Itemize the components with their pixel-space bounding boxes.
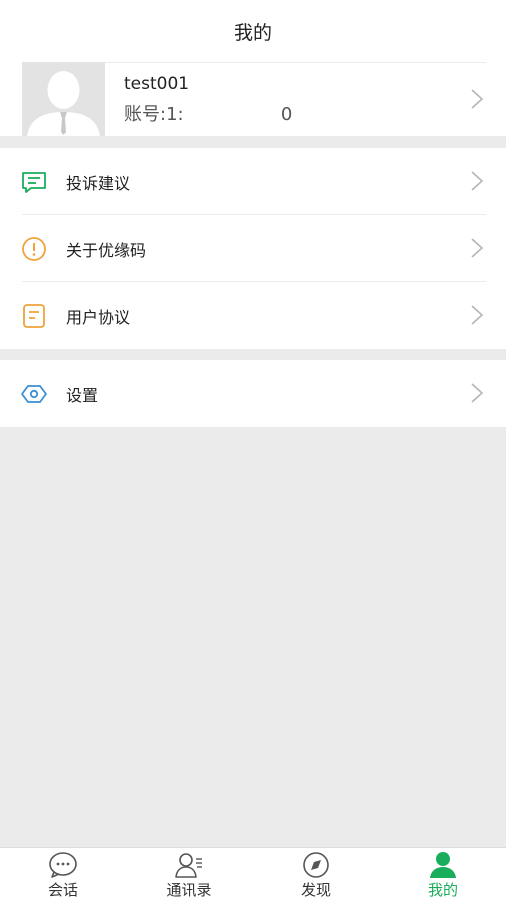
compass-icon bbox=[303, 852, 329, 878]
menu-item-settings[interactable]: 设置 bbox=[0, 360, 506, 427]
menu-section-settings: 设置 bbox=[0, 360, 506, 427]
tab-label: 会话 bbox=[47, 881, 78, 899]
header: 我的 bbox=[0, 0, 506, 62]
feedback-icon bbox=[22, 172, 46, 193]
account-number: 账号:1: 0 bbox=[124, 104, 293, 125]
menu-item-about[interactable]: 关于优缘码 bbox=[0, 215, 506, 282]
avatar[interactable] bbox=[22, 62, 105, 136]
default-avatar-icon bbox=[22, 62, 105, 136]
chevron-right-icon bbox=[471, 171, 484, 191]
tab-chat[interactable]: 会话 bbox=[0, 848, 126, 900]
menu-label: 设置 bbox=[66, 386, 99, 405]
contacts-icon bbox=[175, 853, 202, 878]
page-title: 我的 bbox=[233, 22, 272, 44]
tab-label: 发现 bbox=[300, 881, 331, 899]
menu-section-main: 投诉建议 关于优缘码 用户协议 bbox=[0, 148, 506, 349]
profile-card[interactable]: test001 账号:1: 0 bbox=[0, 62, 506, 136]
info-icon bbox=[22, 237, 46, 261]
tab-me[interactable]: 我的 bbox=[380, 848, 506, 900]
menu-item-feedback[interactable]: 投诉建议 bbox=[0, 148, 506, 215]
tab-discover[interactable]: 发现 bbox=[253, 848, 379, 900]
chevron-right-icon bbox=[471, 89, 484, 109]
tab-contacts[interactable]: 通讯录 bbox=[126, 848, 252, 900]
chevron-right-icon bbox=[471, 305, 484, 325]
settings-icon bbox=[21, 385, 47, 403]
user-icon bbox=[430, 852, 456, 878]
menu-label: 用户协议 bbox=[66, 308, 131, 327]
chevron-right-icon bbox=[471, 238, 484, 258]
bottom-tab-bar: 会话 通讯录 发现 我的 bbox=[0, 847, 506, 900]
menu-label: 投诉建议 bbox=[66, 174, 131, 193]
tab-label: 通讯录 bbox=[166, 881, 212, 899]
tab-label: 我的 bbox=[427, 881, 458, 899]
chat-icon bbox=[49, 852, 77, 878]
menu-label: 关于优缘码 bbox=[66, 241, 147, 260]
agreement-icon bbox=[23, 304, 45, 328]
chevron-right-icon bbox=[471, 383, 484, 403]
username: test001 bbox=[124, 74, 190, 94]
menu-item-agreement[interactable]: 用户协议 bbox=[0, 282, 506, 349]
